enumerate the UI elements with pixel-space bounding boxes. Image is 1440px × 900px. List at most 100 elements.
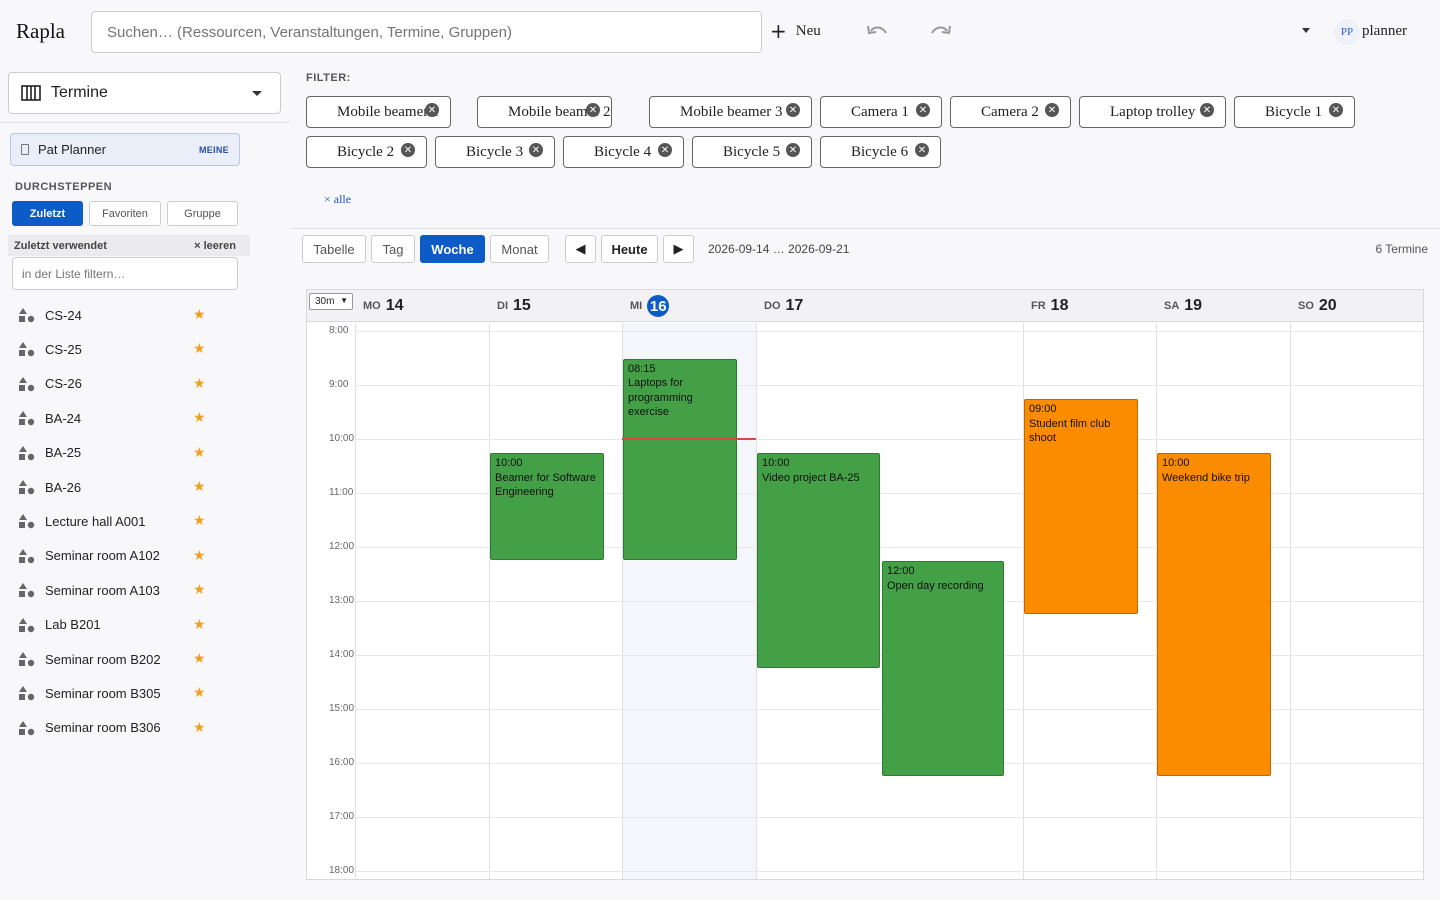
chevron-down-icon[interactable] — [1302, 28, 1310, 33]
calendar-event[interactable]: 08:15 Laptops for programming exercise — [623, 358, 737, 560]
resource-list-item[interactable]: BA-25 ★ — [18, 443, 218, 463]
list-filter-input[interactable] — [12, 257, 238, 290]
remove-chip-icon[interactable]: ✕ — [915, 143, 929, 157]
filter-chip[interactable]: Bicycle 6 ✕ — [820, 136, 941, 168]
star-icon[interactable]: ★ — [193, 409, 206, 426]
redo-icon[interactable] — [930, 23, 952, 41]
search-input[interactable] — [91, 11, 762, 53]
view-month-button[interactable]: Monat — [490, 235, 549, 263]
star-icon[interactable]: ★ — [193, 444, 206, 461]
resource-list-item[interactable]: Seminar room B305 ★ — [18, 683, 218, 703]
remove-chip-icon[interactable]: ✕ — [586, 103, 600, 117]
resource-label: BA-26 — [45, 479, 82, 495]
owner-filter[interactable]: Pat Planner MEINE — [10, 133, 240, 166]
day-header[interactable]: DI 15 — [489, 290, 531, 322]
remove-chip-icon[interactable]: ✕ — [786, 103, 800, 117]
hour-label: 10:00 — [329, 433, 355, 444]
remove-chip-icon[interactable]: ✕ — [1045, 103, 1059, 117]
remove-chip-icon[interactable]: ✕ — [786, 143, 800, 157]
resource-list-item[interactable]: CS-26 ★ — [18, 374, 218, 394]
resource-list-item[interactable]: BA-24 ★ — [18, 408, 218, 428]
segment-group[interactable]: Gruppe — [167, 201, 238, 226]
avatar[interactable]: PP — [1334, 19, 1360, 45]
star-icon[interactable]: ★ — [193, 616, 206, 633]
view-day-button[interactable]: Tag — [371, 235, 415, 263]
zoom-select[interactable]: 30m ▼ — [309, 293, 353, 310]
resource-list-item[interactable]: Lecture hall A001 ★ — [18, 511, 218, 531]
top-bar: Rapla + Neu PP planner — [0, 0, 1440, 64]
star-icon[interactable]: ★ — [193, 719, 206, 736]
filter-chip[interactable]: Camera 2 ✕ — [950, 96, 1071, 128]
resource-list-item[interactable]: Seminar room B202 ★ — [18, 649, 218, 669]
remove-chip-icon[interactable]: ✕ — [529, 143, 543, 157]
day-header[interactable]: SO 20 — [1290, 290, 1337, 322]
star-icon[interactable]: ★ — [193, 547, 206, 564]
filter-chip[interactable]: Laptop trolley ✕ — [1079, 96, 1226, 128]
checkbox-icon[interactable] — [21, 144, 29, 155]
star-icon[interactable]: ★ — [193, 306, 206, 323]
remove-chip-icon[interactable]: ✕ — [1200, 103, 1214, 117]
day-header[interactable]: MO 14 — [355, 290, 404, 322]
view-table-button[interactable]: Tabelle — [302, 235, 366, 263]
clear-recent-button[interactable]: × leeren — [194, 240, 236, 252]
star-icon[interactable]: ★ — [193, 650, 206, 667]
resource-list-item[interactable]: Seminar room A103 ★ — [18, 580, 218, 600]
segment-recent[interactable]: Zuletzt — [12, 201, 83, 226]
hour-line — [355, 331, 1423, 332]
star-icon[interactable]: ★ — [193, 340, 206, 357]
filter-chip[interactable]: Camera 1 ✕ — [820, 96, 942, 128]
resource-list-item[interactable]: CS-24 ★ — [18, 305, 218, 325]
calendar-event[interactable]: 10:00 Video project BA-25 — [757, 453, 880, 668]
new-button[interactable]: + Neu — [770, 21, 821, 41]
filter-chip-label: Bicycle 4 — [594, 143, 652, 160]
filter-chip[interactable]: Mobile beamer 2 ✕ — [477, 96, 612, 128]
hour-label: 8:00 — [329, 325, 349, 336]
filter-chip[interactable]: Mobile beamer 1 ✕ — [306, 96, 451, 128]
filter-chip[interactable]: Bicycle 2 ✕ — [306, 136, 427, 168]
calendar-event[interactable]: 09:00 Student film club shoot — [1024, 399, 1138, 614]
filter-chip[interactable]: Bicycle 1 ✕ — [1234, 96, 1355, 128]
view-select[interactable]: Termine — [8, 72, 281, 114]
star-icon[interactable]: ★ — [193, 478, 206, 495]
calendar-event[interactable]: 10:00 Weekend bike trip — [1157, 453, 1271, 776]
next-week-button[interactable]: ▶ — [663, 235, 694, 263]
resource-icon — [19, 480, 35, 495]
filter-chip[interactable]: Bicycle 3 ✕ — [435, 136, 555, 168]
username[interactable]: planner — [1362, 23, 1407, 40]
remove-chip-icon[interactable]: ✕ — [425, 103, 439, 117]
remove-chip-icon[interactable]: ✕ — [401, 143, 415, 157]
resource-list-item[interactable]: Seminar room A102 ★ — [18, 546, 218, 566]
segment-favorites[interactable]: Favoriten — [89, 201, 161, 226]
resource-list-item[interactable]: BA-26 ★ — [18, 477, 218, 497]
hour-label: 9:00 — [329, 379, 349, 390]
remove-chip-icon[interactable]: ✕ — [916, 103, 930, 117]
remove-chip-icon[interactable]: ✕ — [1329, 103, 1343, 117]
filter-chip[interactable]: Bicycle 4 ✕ — [563, 136, 684, 168]
resource-list-item[interactable]: Seminar room B306 ★ — [18, 718, 218, 738]
day-header[interactable]: FR 18 — [1023, 290, 1068, 322]
filter-chip[interactable]: Mobile beamer 3 ✕ — [649, 96, 812, 128]
resource-list-item[interactable]: Lab B201 ★ — [18, 615, 218, 635]
undo-icon[interactable] — [866, 23, 888, 41]
day-name: MI — [630, 300, 643, 312]
day-date: 19 — [1184, 297, 1203, 314]
star-icon[interactable]: ★ — [193, 684, 206, 701]
remove-chip-icon[interactable]: ✕ — [658, 143, 672, 157]
prev-week-button[interactable]: ◀ — [565, 235, 596, 263]
clear-all-filters-link[interactable]: × alle — [324, 192, 351, 207]
day-header[interactable]: DO 17 — [756, 290, 803, 322]
view-week-button[interactable]: Woche — [420, 235, 485, 263]
day-header[interactable]: MI 16 — [622, 290, 670, 322]
star-icon[interactable]: ★ — [193, 581, 206, 598]
calendar-event[interactable]: 12:00 Open day recording — [882, 561, 1004, 776]
resource-list-item[interactable]: CS-25 ★ — [18, 339, 218, 359]
day-header[interactable]: SA 19 — [1156, 290, 1202, 322]
app-title[interactable]: Rapla — [16, 19, 65, 44]
calendar-event[interactable]: 10:00 Beamer for Software Engineering — [490, 453, 604, 560]
star-icon[interactable]: ★ — [193, 375, 206, 392]
filter-chip[interactable]: Bicycle 5 ✕ — [692, 136, 812, 168]
star-icon[interactable]: ★ — [193, 512, 206, 529]
filter-chip-label: Bicycle 6 — [851, 143, 909, 160]
today-button[interactable]: Heute — [601, 235, 658, 263]
event-time: 09:00 — [1029, 403, 1057, 415]
